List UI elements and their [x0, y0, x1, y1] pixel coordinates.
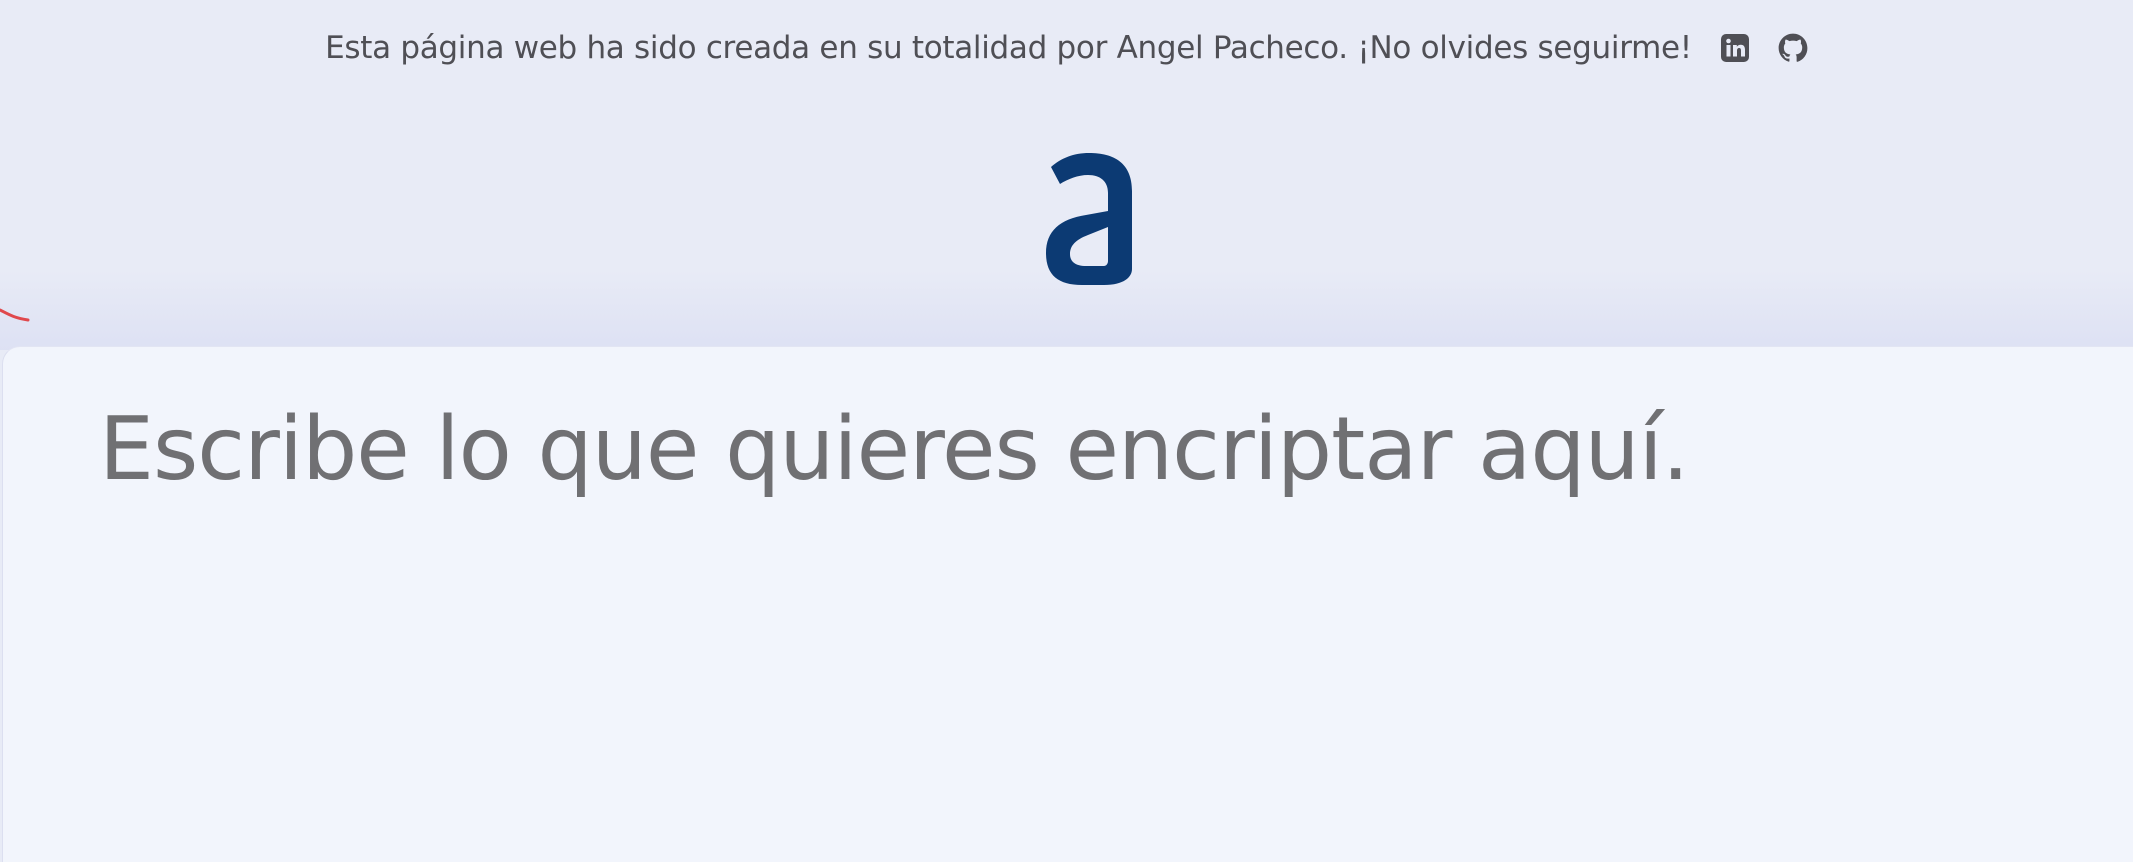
social-links	[1720, 33, 1808, 63]
encrypt-text-input[interactable]	[99, 395, 2059, 835]
author-credit-text: Esta página web ha sido creada en su tot…	[325, 30, 1692, 66]
red-stroke-mark	[0, 308, 30, 322]
linkedin-icon	[1720, 34, 1749, 62]
encrypt-panel	[2, 346, 2133, 862]
github-icon	[1778, 33, 1808, 62]
logo-a-icon	[1046, 153, 1132, 285]
linkedin-link[interactable]	[1720, 33, 1750, 63]
top-bar: Esta página web ha sido creada en su tot…	[0, 22, 2133, 74]
github-link[interactable]	[1778, 33, 1808, 63]
